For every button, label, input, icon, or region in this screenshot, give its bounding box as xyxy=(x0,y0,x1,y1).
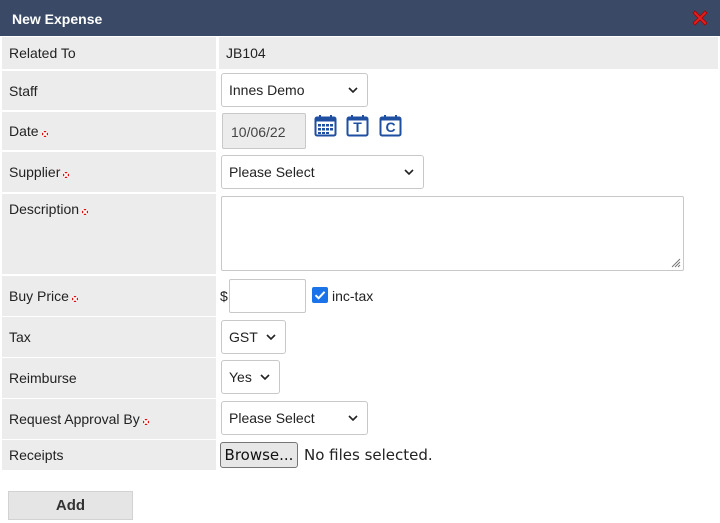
chevron-down-icon xyxy=(348,415,358,422)
chevron-down-icon xyxy=(266,334,276,341)
row-date: Date 10/06/22 T C xyxy=(0,112,720,150)
resize-handle-icon[interactable] xyxy=(670,257,681,268)
request-approval-value-cell: Please Select xyxy=(219,399,720,439)
reimburse-value-cell: Yes xyxy=(219,358,720,398)
description-label: Description xyxy=(9,201,89,217)
required-icon xyxy=(142,419,149,425)
required-icon xyxy=(71,296,78,302)
request-approval-label-text: Request Approval By xyxy=(9,411,140,427)
buy-price-label-cell: Buy Price xyxy=(2,276,216,316)
staff-label: Staff xyxy=(9,82,38,99)
buy-price-value-cell: $ inc-tax xyxy=(219,276,720,316)
receipts-label: Receipts xyxy=(9,447,64,463)
row-supplier: Supplier Please Select xyxy=(0,152,720,192)
chevron-down-icon xyxy=(404,169,414,176)
currency-symbol: $ xyxy=(220,288,228,304)
tax-selected-value: GST xyxy=(229,329,258,345)
date-input[interactable]: 10/06/22 xyxy=(222,113,306,149)
supplier-label-text: Supplier xyxy=(9,164,61,180)
description-value-cell xyxy=(219,194,720,274)
reimburse-label-cell: Reimburse xyxy=(2,358,216,398)
related-to-value-cell: JB104 xyxy=(219,37,718,69)
request-approval-select[interactable]: Please Select xyxy=(221,401,368,435)
chevron-down-icon xyxy=(348,87,358,94)
checkmark-icon xyxy=(314,291,326,300)
clear-date-button[interactable]: C xyxy=(379,114,402,137)
row-description: Description xyxy=(0,194,720,274)
tax-label-cell: Tax xyxy=(2,317,216,357)
today-button-label: T xyxy=(353,119,362,135)
buy-price-label: Buy Price xyxy=(9,288,78,304)
request-approval-selected-value: Please Select xyxy=(229,410,315,426)
staff-value-cell: Innes Demo xyxy=(219,71,720,110)
tax-select[interactable]: GST xyxy=(221,320,286,354)
clear-date-button-label: C xyxy=(385,119,396,135)
close-icon[interactable] xyxy=(690,8,710,28)
inc-tax-checkbox[interactable] xyxy=(312,287,328,303)
request-approval-label: Request Approval By xyxy=(9,411,149,427)
supplier-select[interactable]: Please Select xyxy=(221,155,424,189)
buy-price-input[interactable] xyxy=(229,279,306,313)
staff-label-cell: Staff xyxy=(2,71,216,110)
tax-label: Tax xyxy=(9,329,31,345)
today-button[interactable]: T xyxy=(346,114,369,137)
browse-button[interactable]: Browse... xyxy=(220,442,298,468)
date-label-cell: Date xyxy=(2,112,216,150)
row-reimburse: Reimburse Yes xyxy=(0,358,720,398)
receipts-label-cell: Receipts xyxy=(2,440,216,470)
inc-tax-label[interactable]: inc-tax xyxy=(332,288,373,304)
buy-price-label-text: Buy Price xyxy=(9,288,69,304)
row-staff: Staff Innes Demo xyxy=(0,71,720,110)
row-request-approval-by: Request Approval By Please Select xyxy=(0,399,720,439)
row-buy-price: Buy Price $ inc-tax xyxy=(0,276,720,316)
required-icon xyxy=(82,209,89,215)
related-to-label: Related To xyxy=(9,45,76,61)
supplier-label: Supplier xyxy=(9,164,70,180)
date-input-value: 10/06/22 xyxy=(231,124,286,140)
calendar-icon[interactable] xyxy=(314,114,337,137)
supplier-value-cell: Please Select xyxy=(219,152,720,192)
description-label-cell: Description xyxy=(2,194,216,274)
required-icon xyxy=(41,131,48,137)
description-textarea[interactable] xyxy=(221,196,684,271)
reimburse-label: Reimburse xyxy=(9,370,77,386)
description-label-text: Description xyxy=(9,201,80,217)
date-label-text: Date xyxy=(9,123,39,139)
staff-selected-value: Innes Demo xyxy=(229,82,305,98)
related-to-value: JB104 xyxy=(226,45,266,61)
date-label: Date xyxy=(9,123,48,139)
reimburse-select[interactable]: Yes xyxy=(221,360,280,394)
request-approval-label-cell: Request Approval By xyxy=(2,399,216,439)
reimburse-selected-value: Yes xyxy=(229,369,252,385)
add-button[interactable]: Add xyxy=(8,491,133,520)
supplier-selected-value: Please Select xyxy=(229,164,315,180)
row-related-to: Related To JB104 xyxy=(0,37,720,69)
staff-select[interactable]: Innes Demo xyxy=(221,73,368,107)
file-status: No files selected. xyxy=(304,446,433,464)
tax-value-cell: GST xyxy=(219,317,720,357)
dialog-title: New Expense xyxy=(12,11,103,27)
date-value-cell: 10/06/22 T C xyxy=(219,112,720,150)
related-to-label-cell: Related To xyxy=(2,37,216,69)
chevron-down-icon xyxy=(260,374,270,381)
dialog-title-bar: New Expense xyxy=(0,0,720,36)
required-icon xyxy=(63,172,70,178)
supplier-label-cell: Supplier xyxy=(2,152,216,192)
row-tax: Tax GST xyxy=(0,317,720,357)
